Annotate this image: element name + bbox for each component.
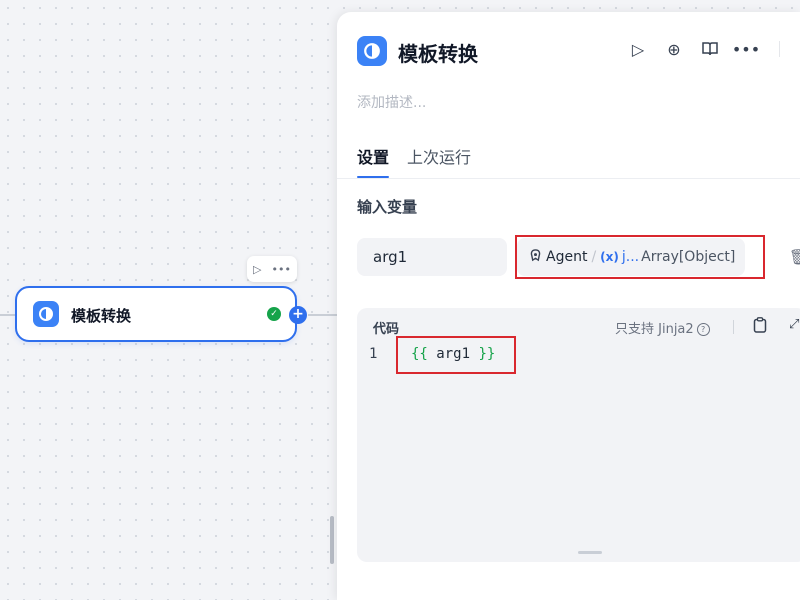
locate-icon[interactable]: ⊕ xyxy=(663,38,685,60)
resize-grip[interactable] xyxy=(578,551,602,554)
highlight-box xyxy=(396,336,516,374)
panel-actions: ▷ ⊕ ••• xyxy=(627,38,780,60)
divider xyxy=(733,320,734,334)
trash-icon[interactable]: 🗑 xyxy=(789,248,800,266)
highlight-box xyxy=(515,235,765,279)
description-input[interactable]: 添加描述... xyxy=(357,92,426,112)
tab-settings[interactable]: 设置 xyxy=(357,144,390,178)
panel-title[interactable]: 模板转换 xyxy=(398,38,478,67)
tab-bar: 设置 上次运行 xyxy=(357,144,471,178)
book-icon[interactable] xyxy=(699,38,721,60)
more-icon[interactable]: ••• xyxy=(732,38,760,60)
canvas-edge-right xyxy=(308,314,338,316)
template-transform-node[interactable]: 模板转换 ✓ xyxy=(15,286,297,342)
panel-resize-handle[interactable] xyxy=(330,516,334,564)
play-icon[interactable]: ▷ xyxy=(627,38,649,60)
line-number: 1 xyxy=(369,346,378,362)
copy-icon[interactable] xyxy=(753,317,767,337)
template-icon xyxy=(33,301,59,327)
divider xyxy=(337,178,800,179)
code-label: 代码 xyxy=(373,322,400,337)
canvas-edge-left xyxy=(0,314,16,316)
expand-icon[interactable]: ⤢ xyxy=(789,317,799,332)
divider xyxy=(779,41,780,57)
tab-last-run[interactable]: 上次运行 xyxy=(407,144,471,178)
node-settings-panel: 模板转换 ▷ ⊕ ••• 添加描述... 设置 上次运行 输入变量 arg1 A… xyxy=(337,12,800,600)
check-icon: ✓ xyxy=(267,307,281,321)
input-variables-label: 输入变量 xyxy=(357,198,418,216)
help-icon[interactable]: ? xyxy=(696,323,710,336)
play-icon[interactable]: ▷ xyxy=(253,263,261,276)
template-icon xyxy=(357,36,387,66)
node-toolbar: ▷ ••• xyxy=(247,256,297,282)
variable-name-field[interactable]: arg1 xyxy=(357,238,507,276)
code-editor[interactable]: 代码 只支持 Jinja2? ⤢ 1 {{ arg1 }} xyxy=(357,308,800,562)
more-icon[interactable]: ••• xyxy=(272,263,291,276)
add-node-button[interactable]: + xyxy=(289,306,307,324)
node-title: 模板转换 xyxy=(71,307,132,325)
jinja-hint: 只支持 Jinja2? xyxy=(615,318,710,337)
